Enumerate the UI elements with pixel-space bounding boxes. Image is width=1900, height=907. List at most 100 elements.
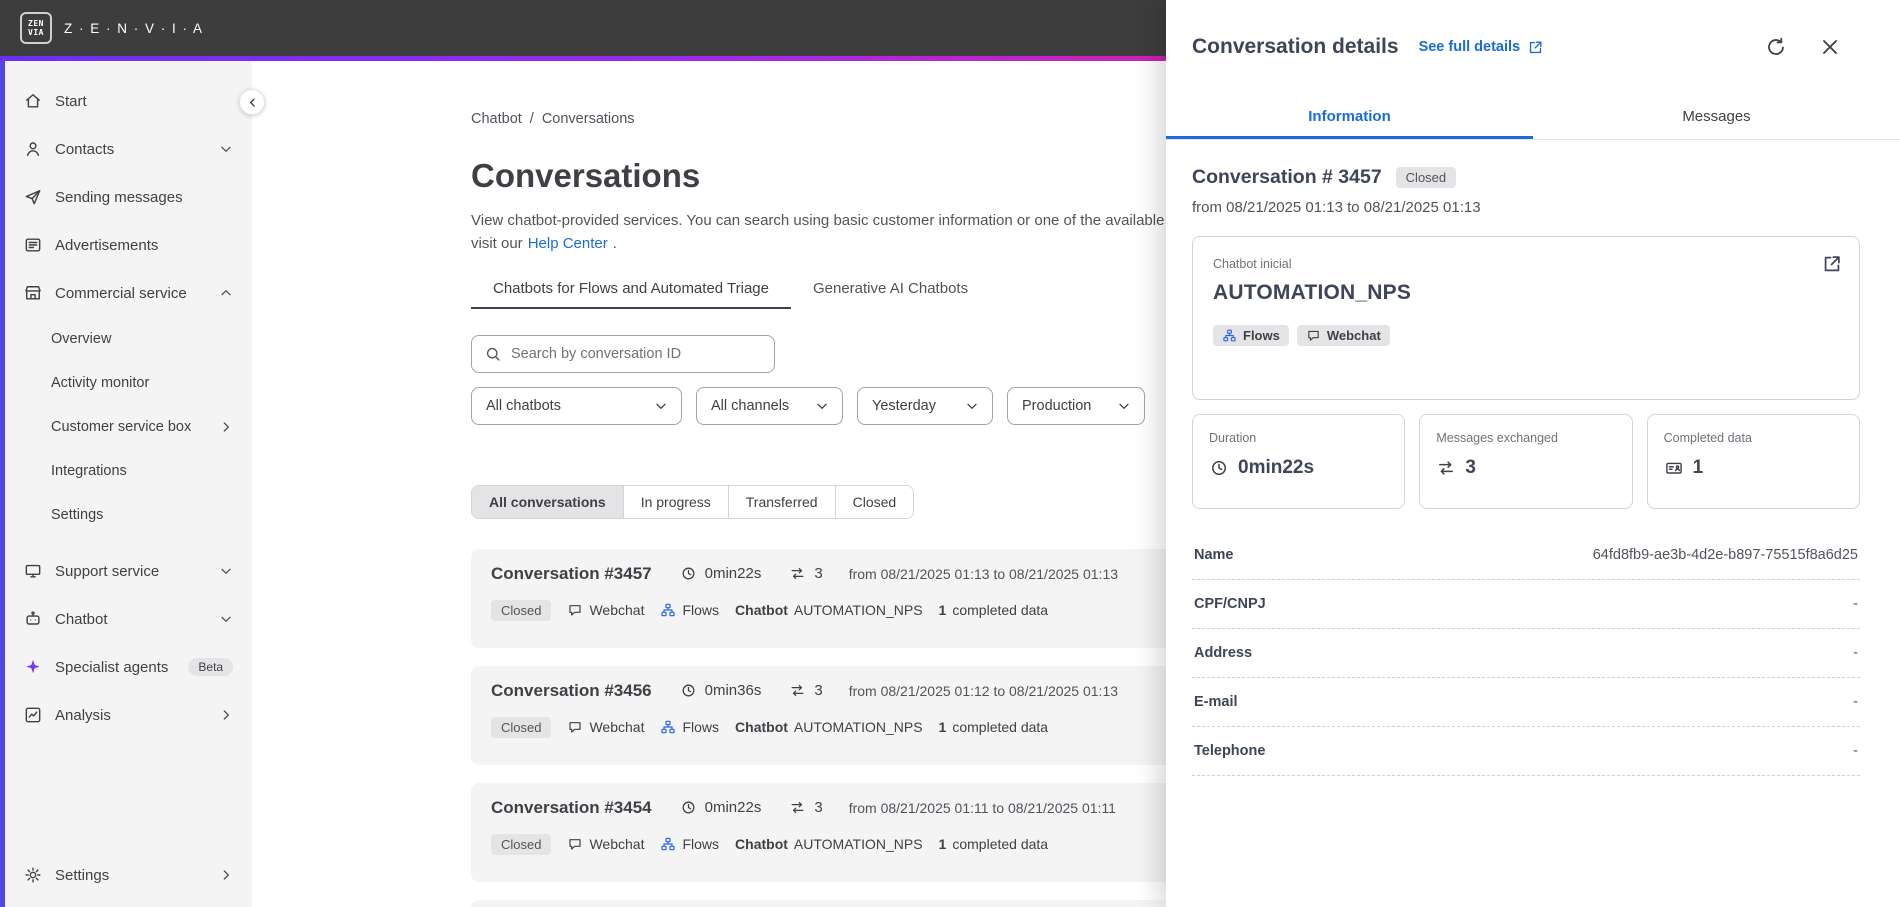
flow-icon [1222,328,1237,343]
sidebar-subitem-integrations[interactable]: Integrations [5,449,252,493]
sidebar-subitem-activity-monitor[interactable]: Activity monitor [5,361,252,405]
completed-data-icon [1664,458,1684,478]
segment-transferred[interactable]: Transferred [728,485,836,518]
refresh-button[interactable] [1764,35,1788,59]
stat-messages-value: 3 [1465,457,1476,478]
conversation-duration: 0min22s [704,565,762,582]
conversation-channel: Webchat [589,719,645,735]
sidebar-item-label: Contacts [55,140,115,158]
sidebar-item-label: Commercial service [55,284,187,302]
close-icon[interactable] [1818,35,1842,59]
chatbot-name: AUTOMATION_NPS [793,602,923,618]
status-segmented-control: All conversations In progress Transferre… [471,484,915,519]
clock-icon [1209,458,1229,478]
status-badge: Closed [491,833,552,855]
stat-duration: Duration 0min22s [1192,414,1406,509]
sidebar-item-settings[interactable]: Settings [5,851,252,899]
conversation-title: Conversation #3454 [491,797,652,817]
stat-completed-data: Completed data 1 [1646,414,1860,509]
home-icon [23,91,43,111]
chatbot-card: Chatbot inicial AUTOMATION_NPS Flows Web… [1192,236,1860,400]
sidebar-item-support-service[interactable]: Support service [5,547,252,595]
sidebar-collapse-button[interactable] [239,89,265,115]
description-line2-prefix: visit our [471,235,523,253]
conversation-details-drawer: Conversation details See full details In… [1166,0,1900,907]
detail-row-name: Name 64fd8fb9-ae3b-4d2e-b897-75515f8a6d2… [1192,531,1860,580]
breadcrumb-chatbot-link[interactable]: Chatbot [471,111,522,127]
environment-filter-select[interactable]: Production [1007,386,1145,425]
sidebar-item-chatbot[interactable]: Chatbot [5,595,252,643]
conversation-period: from 08/21/2025 01:12 to 08/21/2025 01:1… [848,682,1119,699]
completed-data-label: completed data [952,719,1049,735]
open-chatbot-external-link-icon[interactable] [1821,253,1843,275]
sidebar-item-advertisements[interactable]: Advertisements [5,221,252,269]
drawer-header: Conversation details See full details [1166,0,1900,94]
person-icon [23,139,43,159]
see-full-details-link[interactable]: See full details [1419,39,1545,56]
robot-icon [23,609,43,629]
sidebar-subitem-overview[interactable]: Overview [5,317,252,361]
status-badge: Closed [491,599,552,621]
conversation-flow-type: Flows [682,602,720,618]
completed-data-label: completed data [952,836,1049,852]
logo-line2: VIA [28,28,44,37]
chatbot-label: Chatbot [735,719,788,735]
sidebar-item-commercial-service[interactable]: Commercial service [5,269,252,317]
drawer-conversation-title: Conversation # 3457 [1192,166,1382,188]
clock-icon [680,682,697,699]
sidebar-item-label: Analysis [55,706,111,724]
segment-closed[interactable]: Closed [835,485,914,518]
detail-row-email: E-mail - [1192,678,1860,727]
sidebar-subitem-customer-service-box[interactable]: Customer service box [5,405,252,449]
description-line2-suffix: . [612,235,617,253]
sidebar-item-start[interactable]: Start [5,77,252,125]
conversation-channel: Webchat [589,602,645,618]
detail-row-telephone: Telephone - [1192,727,1860,776]
status-badge: Closed [1395,167,1457,188]
chatbots-filter-select[interactable]: All chatbots [471,386,682,425]
sidebar-item-contacts[interactable]: Contacts [5,125,252,173]
conversation-messages-count: 3 [814,682,823,699]
breadcrumb-current: Conversations [541,111,635,127]
segment-in-progress[interactable]: In progress [623,485,729,518]
breadcrumb-separator: / [529,111,534,127]
channels-filter-select[interactable]: All channels [696,386,843,425]
clock-icon [680,799,697,816]
swap-icon [789,565,806,582]
sidebar-subitem-settings[interactable]: Settings [5,493,252,537]
sidebar-item-sending-messages[interactable]: Sending messages [5,173,252,221]
chevron-down-icon [653,398,669,414]
chatbot-card-label: Chatbot inicial [1213,257,1292,271]
tab-generative-ai-chatbots[interactable]: Generative AI Chatbots [791,270,990,309]
chevron-up-icon [218,285,234,301]
chevron-right-icon [218,419,234,435]
sidebar-item-label: Start [55,92,87,110]
search-input[interactable] [511,345,762,362]
sidebar-item-specialist-agents[interactable]: Specialist agents Beta [5,643,252,691]
chevron-down-icon [814,398,830,414]
help-center-link[interactable]: Help Center [528,232,608,255]
detail-row-address: Address - [1192,629,1860,678]
date-filter-select[interactable]: Yesterday [857,386,993,425]
drawer-conversation-period: from 08/21/2025 01:13 to 08/21/2025 01:1… [1192,199,1481,216]
conversation-duration: 0min22s [704,799,762,816]
sidebar-item-label: Integrations [51,463,127,479]
zenvia-logo[interactable]: ZEN VIA Z · E · N · V · I · A [20,12,204,44]
tab-information[interactable]: Information [1166,94,1533,139]
tab-flows-automated-triage[interactable]: Chatbots for Flows and Automated Triage [471,270,791,309]
sidebar-item-label: Support service [55,562,160,580]
segment-all-conversations[interactable]: All conversations [472,485,624,518]
conversation-duration: 0min36s [704,682,762,699]
swap-icon [1436,458,1456,478]
drawer-title: Conversation details [1192,35,1399,58]
conversation-period: from 08/21/2025 01:11 to 08/21/2025 01:1… [848,799,1116,816]
status-badge: Closed [491,716,552,738]
sidebar-item-label: Settings [51,507,104,523]
logo-line1: ZEN [28,19,44,28]
sidebar-item-label: Settings [55,866,110,884]
completed-data-count: 1 [938,836,947,852]
sidebar-item-analysis[interactable]: Analysis [5,691,252,739]
tab-messages[interactable]: Messages [1533,94,1900,139]
conversation-flow-type: Flows [682,836,720,852]
sidebar-item-label: Chatbot [55,610,108,628]
